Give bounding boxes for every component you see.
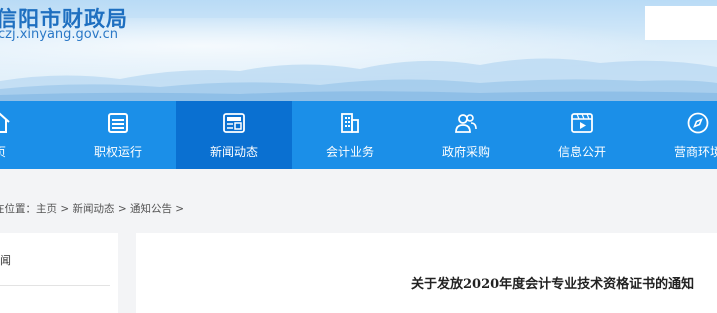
sidebar-heading[interactable]: 闻	[0, 252, 11, 268]
mountain-backdrop	[0, 58, 717, 101]
compass-icon	[687, 112, 709, 134]
sidebar-divider	[0, 285, 110, 286]
nav-item-business-env[interactable]: 营商环境	[640, 101, 717, 169]
breadcrumb-home-link[interactable]: 主页	[36, 203, 57, 215]
article-panel: 关于发放2020年度会计专业技术资格证书的通知	[136, 233, 717, 313]
site-url: czj.xinyang.gov.cn	[0, 27, 118, 42]
main-nav: 页 职权运行 新闻动态 会计业务	[0, 101, 717, 169]
breadcrumb: 在位置：主页 > 新闻动态 > 通知公告 >	[0, 201, 184, 216]
news-icon	[223, 113, 245, 133]
nav-item-home[interactable]: 页	[0, 101, 58, 169]
home-icon	[0, 112, 10, 133]
article-title: 关于发放2020年度会计专业技术资格证书的通知	[411, 277, 695, 292]
nav-label: 职权运行	[93, 145, 142, 159]
search-input[interactable]	[645, 6, 717, 40]
breadcrumb-tail: >	[171, 203, 185, 215]
nav-item-procurement[interactable]: 政府采购	[408, 101, 524, 169]
breadcrumb-prefix: 在位置：	[0, 203, 36, 215]
breadcrumb-notice-link[interactable]: 通知公告	[130, 203, 172, 215]
nav-item-duties[interactable]: 职权运行	[60, 101, 176, 169]
nav-item-info-disclosure[interactable]: 信息公开	[524, 101, 640, 169]
breadcrumb-separator: >	[57, 203, 73, 215]
nav-label: 信息公开	[557, 145, 606, 159]
nav-label: 新闻动态	[209, 145, 258, 159]
users-icon	[455, 114, 477, 133]
nav-label: 政府采购	[441, 145, 490, 159]
video-icon	[571, 113, 593, 133]
breadcrumb-separator: >	[114, 203, 130, 215]
nav-item-news[interactable]: 新闻动态	[176, 101, 292, 169]
building-icon	[341, 113, 359, 133]
list-icon	[108, 113, 128, 133]
nav-label: 会计业务	[325, 145, 374, 159]
nav-item-accounting[interactable]: 会计业务	[292, 101, 408, 169]
nav-label: 页	[0, 145, 58, 159]
breadcrumb-news-link[interactable]: 新闻动态	[72, 203, 114, 215]
nav-label: 营商环境	[673, 145, 717, 159]
sidebar: 闻	[0, 233, 118, 313]
site-header-banner: 信阳市财政局 czj.xinyang.gov.cn	[0, 0, 717, 101]
